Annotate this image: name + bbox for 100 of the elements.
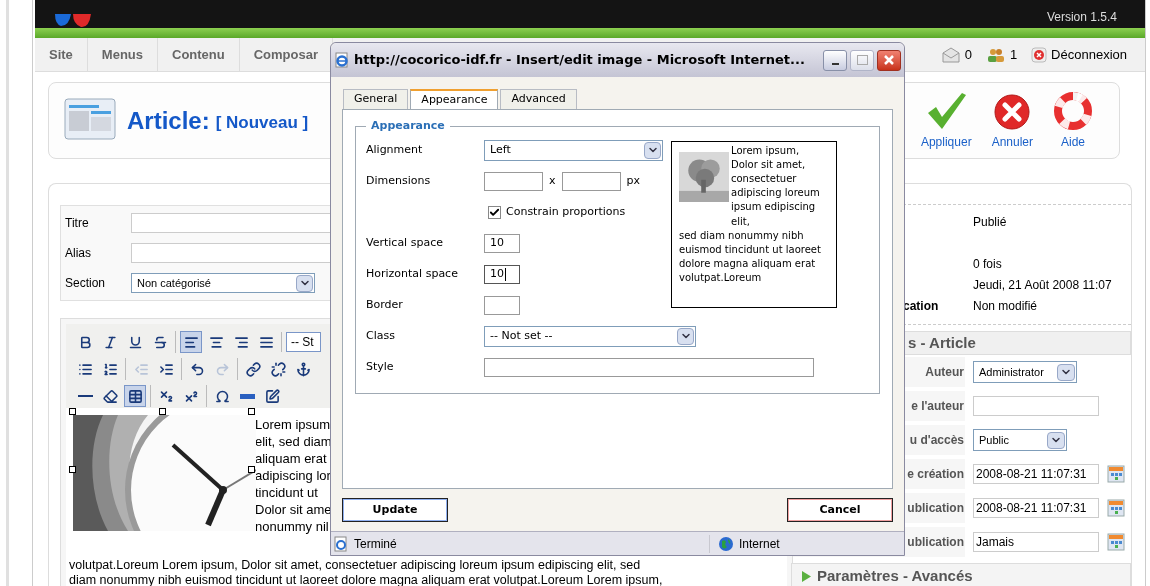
body-text: adipiscing lor: [255, 467, 332, 484]
globe-icon: [718, 535, 734, 552]
tab[interactable]: Advanced: [500, 89, 577, 110]
advanced-header[interactable]: Paramètres - Avancés: [791, 563, 1131, 586]
dropdown-button[interactable]: [644, 141, 661, 159]
lifebuoy-icon: [1053, 90, 1093, 131]
pencil-icon: [264, 388, 280, 404]
dropdown-button[interactable]: [1047, 431, 1065, 449]
close-icon: [883, 54, 895, 66]
calendar-icon[interactable]: [1107, 499, 1125, 517]
detail-value: Jeudi, 21 Août 2008 11:07: [973, 276, 1112, 294]
table-icon: [127, 388, 143, 404]
subscript-icon: [158, 388, 174, 404]
envelope-icon: [940, 46, 961, 63]
redo-icon: [214, 361, 230, 377]
checkbox-label: Constrain proportions: [506, 203, 626, 220]
class-select[interactable]: -- Not set --: [484, 325, 696, 347]
align-center-icon: [208, 334, 224, 350]
browser-icon: [334, 52, 350, 68]
strikethrough-icon: [152, 334, 168, 350]
resize-handle[interactable]: [248, 408, 255, 415]
field-label: Section: [65, 275, 107, 292]
align-left-icon: [183, 334, 199, 350]
expand-triangle-icon: [802, 570, 811, 582]
resize-handle[interactable]: [69, 408, 76, 415]
style-select[interactable]: -- St: [286, 332, 321, 352]
date-field[interactable]: 2008-08-21 11:07:31: [973, 464, 1099, 484]
calendar-icon[interactable]: [1107, 533, 1125, 551]
param-field[interactable]: [973, 396, 1099, 416]
resize-handle[interactable]: [248, 466, 255, 473]
logo-drawing: [55, 14, 93, 28]
status-count[interactable]: 1: [985, 44, 1018, 65]
align-right-icon: [233, 334, 249, 350]
number-field[interactable]: 10: [484, 233, 520, 253]
anchor-icon: [295, 361, 311, 377]
cancel-button[interactable]: Cancel: [787, 498, 893, 522]
body-text: aliquam erat: [255, 450, 328, 467]
field-label: Horizontal space: [366, 265, 459, 282]
unlink-icon: [270, 361, 286, 377]
field-label: Alignment: [366, 141, 424, 158]
resize-handle[interactable]: [158, 408, 166, 415]
help-button[interactable]: Aide: [1053, 90, 1093, 151]
logout-link[interactable]: Déconnexion: [1031, 44, 1127, 65]
resize-handle[interactable]: [69, 466, 76, 473]
window-title: http://cocorico-idf.fr - Insert/edit image - Microsoft Internet...: [354, 51, 805, 70]
numbered-list-icon: [102, 361, 118, 377]
close-button[interactable]: [877, 49, 901, 71]
field-label: Border: [366, 296, 404, 313]
checkbox[interactable]: [488, 205, 501, 219]
cancel-button[interactable]: Annuler: [991, 92, 1033, 151]
param-select[interactable]: Administrator: [973, 361, 1077, 383]
param-select[interactable]: Public: [973, 429, 1067, 451]
field-label: Titre: [65, 215, 90, 232]
style-field[interactable]: [484, 357, 814, 377]
unit-label: px: [625, 172, 640, 189]
dropdown-button[interactable]: [677, 327, 694, 345]
checkmark-icon: [489, 206, 500, 218]
menu-item[interactable]: Menus: [87, 38, 158, 71]
logout-icon: [1031, 46, 1048, 63]
minimize-button[interactable]: [823, 49, 847, 71]
dropdown-button[interactable]: [296, 274, 313, 292]
preview-text: sed diam nonummy nibh euismod tincidunt ut laoreet dolore magna aliquam erat volutpat.Loreum: [679, 228, 822, 286]
detail-value: 0 fois: [973, 255, 1002, 273]
date-field[interactable]: 2008-08-21 11:07:31: [973, 498, 1099, 518]
update-button[interactable]: Update: [342, 498, 448, 522]
field-label: Vertical space: [366, 234, 444, 251]
height-field[interactable]: [561, 171, 621, 191]
menu-item[interactable]: Contenu: [158, 38, 240, 71]
tab[interactable]: General: [343, 89, 409, 110]
width-field[interactable]: [484, 171, 543, 191]
detail-value: Non modifié: [973, 297, 1038, 315]
page-title: Article:: [127, 105, 210, 136]
indent-icon: [158, 361, 174, 377]
link-icon: [245, 361, 261, 377]
dropdown-button[interactable]: [1057, 363, 1075, 381]
eraser-icon: [102, 388, 118, 404]
table-button[interactable]: [124, 385, 146, 407]
section-select[interactable]: Non catégorisé: [131, 273, 315, 293]
body-text: nonummy nil: [255, 518, 330, 535]
page-subtitle: [ Nouveau ]: [215, 111, 309, 134]
status-text: Internet: [739, 535, 780, 553]
status-count[interactable]: 0: [940, 44, 972, 65]
field-label: Class: [366, 327, 396, 344]
status-text: Terminé: [354, 535, 397, 553]
date-field[interactable]: Jamais: [973, 532, 1099, 552]
tab[interactable]: Appearance: [410, 89, 499, 110]
preview-text: Lorem ipsum, Dolor sit amet, consectetuer adipiscing loreum ipsum edipiscing elit,: [731, 143, 821, 229]
version-text: Version 1.5.4: [1046, 9, 1118, 26]
align-left-button[interactable]: [180, 331, 202, 353]
times-sign: x: [548, 172, 557, 189]
page-icon: [333, 535, 349, 552]
body-text: tincidunt ut: [255, 484, 319, 501]
menu-item[interactable]: Site: [35, 38, 88, 71]
number-field[interactable]: [484, 295, 520, 315]
horizontal-line-icon: [77, 395, 93, 397]
apply-button[interactable]: Appliquer: [920, 90, 972, 151]
alignment-select[interactable]: Left: [484, 139, 663, 161]
calendar-icon[interactable]: [1107, 465, 1125, 483]
bar-icon: [239, 393, 255, 399]
number-field[interactable]: 10: [484, 264, 520, 284]
